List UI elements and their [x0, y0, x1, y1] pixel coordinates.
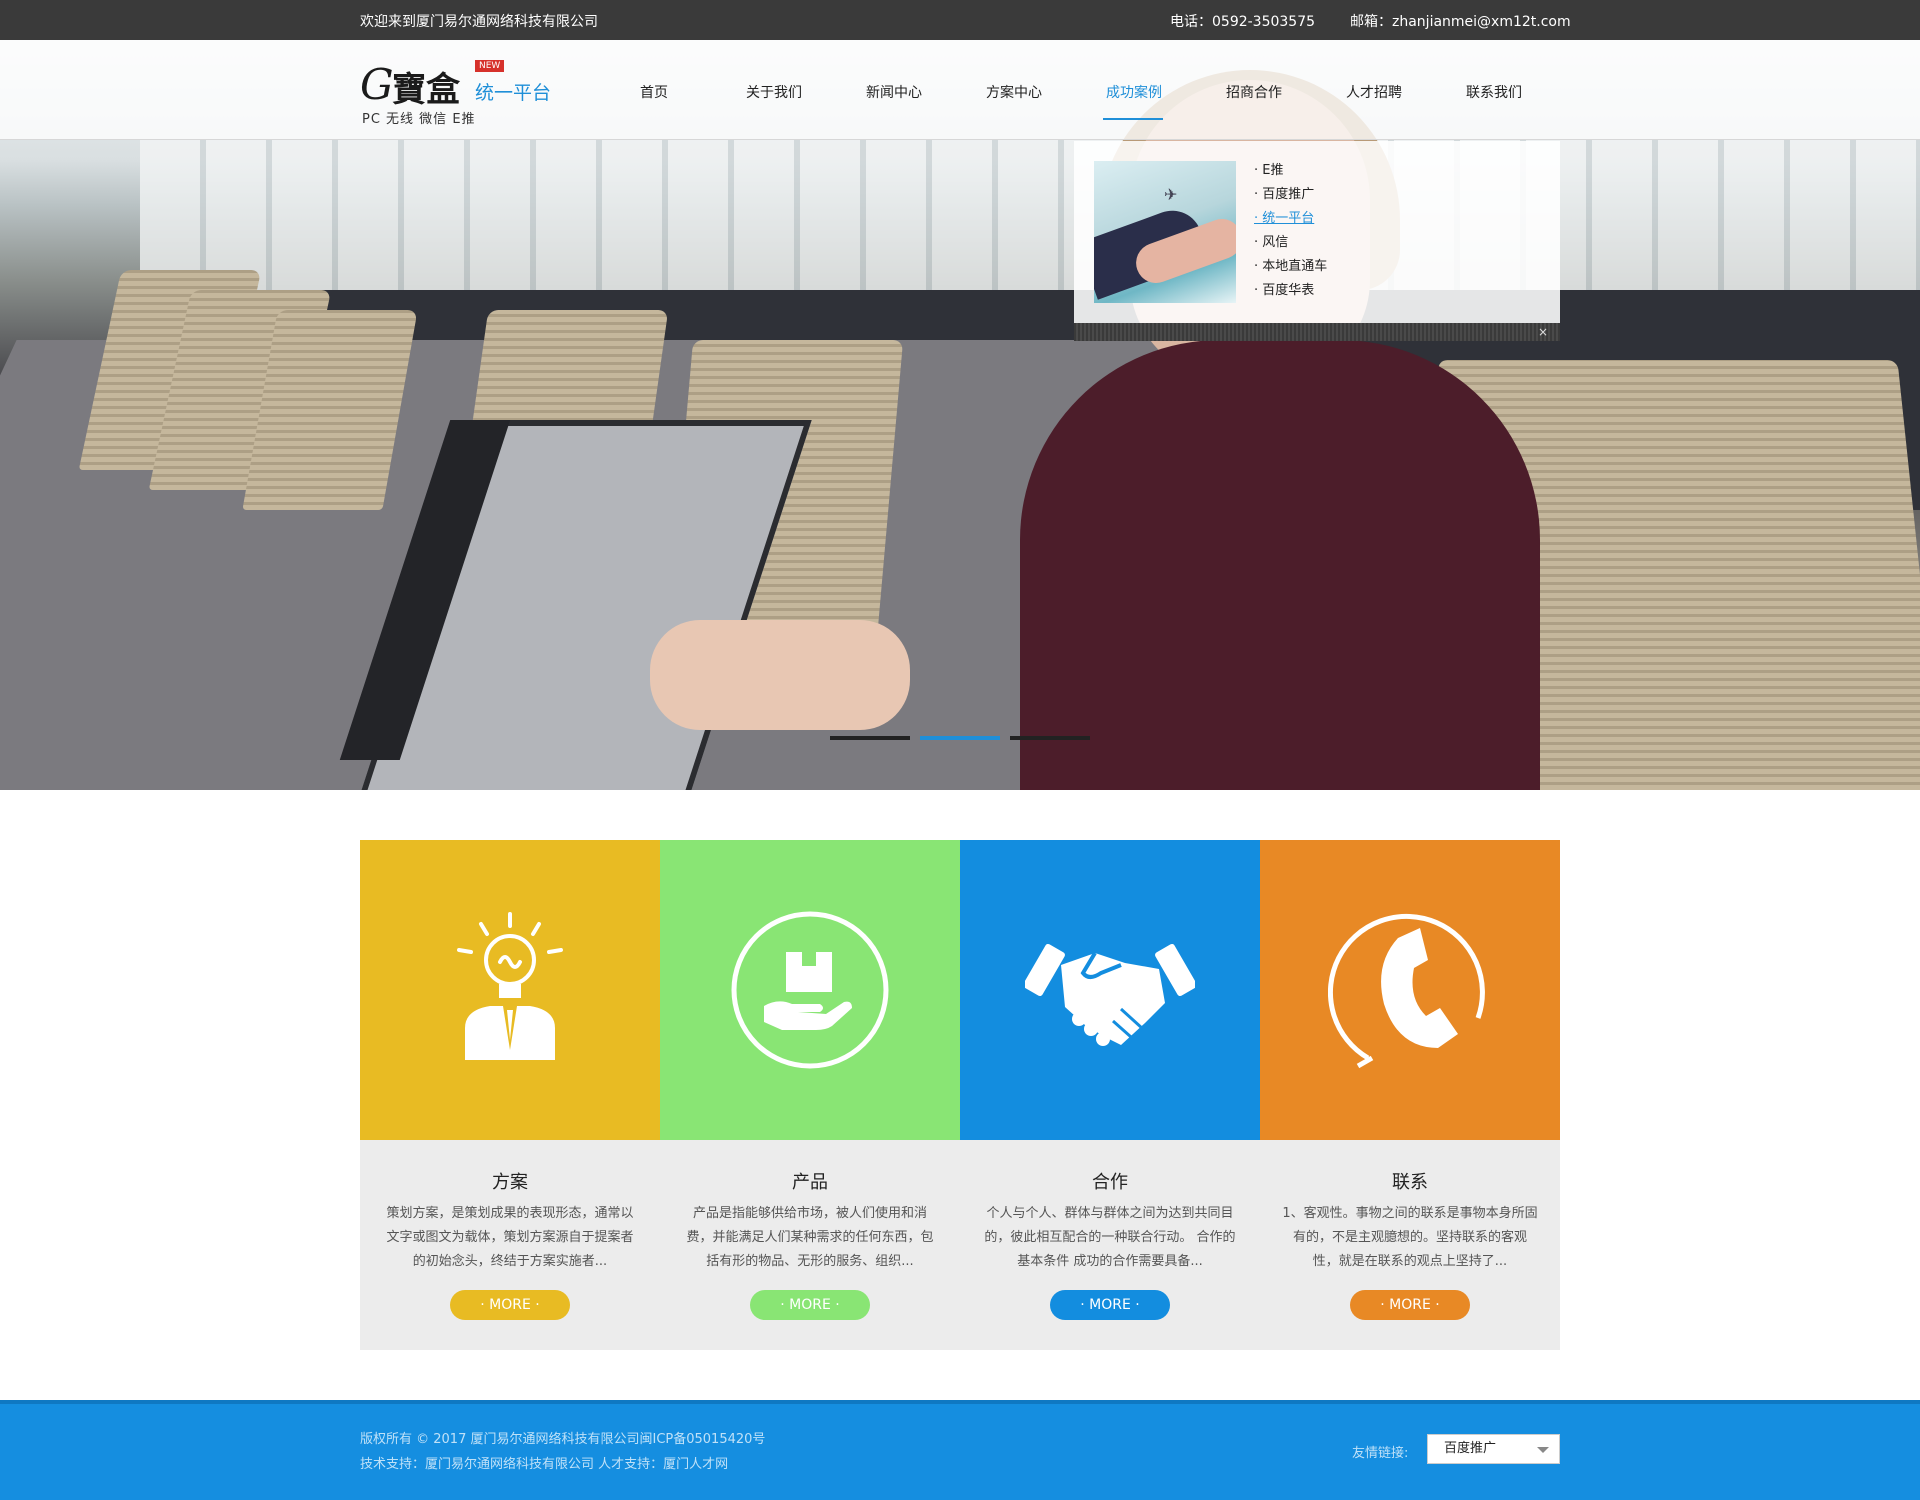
site-footer: 版权所有 © 2017 厦门易尔通网络科技有限公司闽ICP备05015420号 …	[0, 1400, 1920, 1500]
card-cooperation-icon-area	[960, 840, 1260, 1140]
dropdown-link-baidu-huabiao[interactable]: · 百度华表	[1254, 279, 1327, 303]
logo-cn-name: 寶盒	[392, 70, 460, 110]
friend-links-selected: 百度推广	[1444, 1441, 1497, 1456]
hero-hand	[650, 620, 910, 730]
card-contact-more-button[interactable]: · MORE ·	[1350, 1290, 1470, 1320]
box-in-hand-icon	[731, 911, 889, 1069]
airplane-icon: ✈	[1164, 185, 1178, 204]
logo-new-badge: NEW	[475, 60, 505, 72]
cases-dropdown: ✈ · E推 · 百度推广 · 统一平台 · 风信 · 本地直通车 · 百度华表…	[1074, 141, 1560, 341]
card-product: 产品 产品是指能够供给市场，被人们使用和消费，并能满足人们某种需求的任何东西，包…	[660, 840, 960, 1350]
card-plan-more-button[interactable]: · MORE ·	[450, 1290, 570, 1320]
nav-item-news[interactable]: 新闻中心	[866, 82, 922, 102]
friend-links-select[interactable]: 百度推广	[1427, 1434, 1560, 1464]
lightbulb-person-icon	[457, 912, 563, 1060]
dropdown-link-baidu-promo[interactable]: · 百度推广	[1254, 183, 1327, 207]
logo-subtitle: PC 无线 微信 E推	[362, 112, 476, 127]
card-cooperation-more-button[interactable]: · MORE ·	[1050, 1290, 1170, 1320]
slider-dot-3[interactable]	[1010, 736, 1090, 740]
card-contact-icon-area	[1260, 840, 1560, 1140]
dropdown-thumbnail: ✈	[1094, 161, 1236, 303]
card-product-title: 产品	[792, 1172, 828, 1193]
card-plan-icon-area	[360, 840, 660, 1140]
chevron-down-icon	[1537, 1447, 1549, 1453]
card-product-desc: 产品是指能够供给市场，被人们使用和消费，并能满足人们某种需求的任何东西，包括有形…	[686, 1206, 934, 1269]
friend-links-label: 友情链接:	[1352, 1446, 1409, 1461]
card-product-icon-area	[660, 840, 960, 1140]
phone-handset-icon	[1328, 913, 1485, 1069]
card-plan: 方案 策划方案，是策划成果的表现形态，通常以文字或图文为载体，策划方案源自于提案…	[360, 840, 660, 1350]
close-icon[interactable]: ×	[1538, 323, 1548, 341]
dropdown-panel: ✈ · E推 · 百度推广 · 统一平台 · 风信 · 本地直通车 · 百度华表	[1074, 141, 1560, 323]
nav-item-cases[interactable]: 成功案例	[1106, 82, 1162, 102]
card-plan-desc: 策划方案，是策划成果的表现形态，通常以文字或图文为载体，策划方案源自于提案者的初…	[386, 1206, 634, 1269]
site-logo[interactable]: G 寶盒 NEW 统一平台 PC 无线 微信 E推	[360, 58, 560, 128]
handshake-icon	[1025, 943, 1195, 1046]
dropdown-link-unified-platform[interactable]: · 统一平台	[1254, 207, 1327, 231]
card-plan-title: 方案	[492, 1172, 528, 1193]
dropdown-link-e-push[interactable]: · E推	[1254, 159, 1327, 183]
card-contact-title: 联系	[1392, 1172, 1428, 1193]
hero-banner	[0, 40, 1920, 790]
nav-item-careers[interactable]: 人才招聘	[1346, 82, 1402, 102]
slider-dot-2[interactable]	[920, 736, 1000, 740]
logo-g-letter: G	[360, 60, 394, 109]
nav-item-home[interactable]: 首页	[640, 82, 668, 102]
nav-active-underline	[1103, 118, 1163, 120]
nav-item-partnership[interactable]: 招商合作	[1226, 82, 1282, 102]
dropdown-footer-bar: ×	[1074, 323, 1560, 341]
top-bar: 欢迎来到厦门易尔通网络科技有限公司 电话：0592-3503575 邮箱：zha…	[0, 0, 1920, 40]
card-product-more-button[interactable]: · MORE ·	[750, 1290, 870, 1320]
footer-support: 技术支持：厦门易尔通网络科技有限公司 人才支持：厦门人才网	[360, 1457, 729, 1472]
card-cooperation-desc: 个人与个人、群体与群体之间为达到共同目的，彼此相互配合的一种联合行动。 合作的基…	[984, 1206, 1236, 1269]
email-text[interactable]: 邮箱：zhanjianmei@xm12t.com	[1350, 11, 1571, 31]
card-cooperation: 合作 个人与个人、群体与群体之间为达到共同目的，彼此相互配合的一种联合行动。 合…	[960, 840, 1260, 1350]
dropdown-links: · E推 · 百度推广 · 统一平台 · 风信 · 本地直通车 · 百度华表	[1254, 159, 1327, 303]
slider-dot-1[interactable]	[830, 736, 910, 740]
nav-item-contact[interactable]: 联系我们	[1466, 82, 1522, 102]
dropdown-link-fengxin[interactable]: · 风信	[1254, 231, 1327, 255]
footer-copyright: 版权所有 © 2017 厦门易尔通网络科技有限公司闽ICP备05015420号	[360, 1432, 766, 1447]
welcome-text: 欢迎来到厦门易尔通网络科技有限公司	[360, 14, 598, 30]
card-cooperation-title: 合作	[1092, 1172, 1128, 1193]
site-header: G 寶盒 NEW 统一平台 PC 无线 微信 E推 首页 关于我们 新闻中心 方…	[0, 40, 1920, 140]
logo-title: 统一平台	[475, 82, 552, 104]
dropdown-link-local-express[interactable]: · 本地直通车	[1254, 255, 1327, 279]
hero-person-body	[1020, 340, 1540, 790]
card-contact-desc: 1、客观性。事物之间的联系是事物本身所固有的，不是主观臆想的。坚持联系的客观性，…	[1282, 1206, 1538, 1269]
nav-item-solutions[interactable]: 方案中心	[986, 82, 1042, 102]
feature-cards: 方案 策划方案，是策划成果的表现形态，通常以文字或图文为载体，策划方案源自于提案…	[360, 840, 1560, 1350]
card-contact: 联系 1、客观性。事物之间的联系是事物本身所固有的，不是主观臆想的。坚持联系的客…	[1260, 840, 1560, 1350]
nav-item-about[interactable]: 关于我们	[746, 82, 802, 102]
phone-text: 电话：0592-3503575	[1170, 14, 1316, 30]
